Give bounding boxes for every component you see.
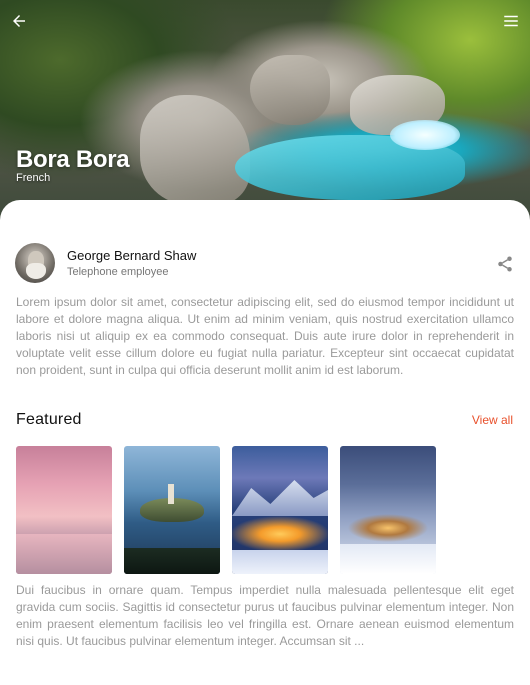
share-icon <box>498 256 512 272</box>
featured-heading: Featured <box>16 411 82 428</box>
thumb-mountains <box>232 480 328 516</box>
hero-foam <box>390 120 460 150</box>
menu-button[interactable] <box>498 8 524 34</box>
description-text: Lorem ipsum dolor sit amet, consectetur … <box>16 295 514 377</box>
avatar-beard <box>26 263 46 279</box>
author-block[interactable]: George Bernard Shaw Telephone employee <box>15 243 196 283</box>
hero-rock <box>140 95 250 205</box>
thumb-tower <box>168 484 174 504</box>
content-sheet: George Bernard Shaw Telephone employee L… <box>0 200 530 685</box>
arrow-left-icon <box>13 15 25 27</box>
hero-image: Bora Bora French <box>0 0 530 220</box>
author-info: George Bernard Shaw Telephone employee <box>67 248 196 279</box>
place-title: Bora Bora <box>16 146 130 173</box>
thumb-sea <box>16 534 112 574</box>
footer-text: Dui faucibus in ornare quam. Tempus impe… <box>16 583 514 648</box>
featured-thumb-sunset[interactable] <box>16 446 112 574</box>
author-name: George Bernard Shaw <box>67 247 197 263</box>
featured-thumb-lake-island[interactable] <box>124 446 220 574</box>
hero-rock <box>250 55 330 125</box>
view-all-link[interactable]: View all <box>472 413 513 427</box>
hamburger-menu-icon <box>504 15 518 27</box>
featured-thumb-mountain-town[interactable] <box>232 446 328 574</box>
thumb-trees <box>124 548 220 574</box>
share-button[interactable] <box>496 255 514 273</box>
featured-thumb-snow-village[interactable] <box>340 446 436 574</box>
author-role: Telephone employee <box>67 265 169 278</box>
thumb-village <box>346 508 430 544</box>
thumb-snow <box>340 544 436 574</box>
place-subtitle: French <box>16 172 51 184</box>
featured-gallery <box>16 446 436 574</box>
back-button[interactable] <box>6 8 32 34</box>
avatar[interactable] <box>15 243 55 283</box>
thumb-snow <box>232 550 328 574</box>
